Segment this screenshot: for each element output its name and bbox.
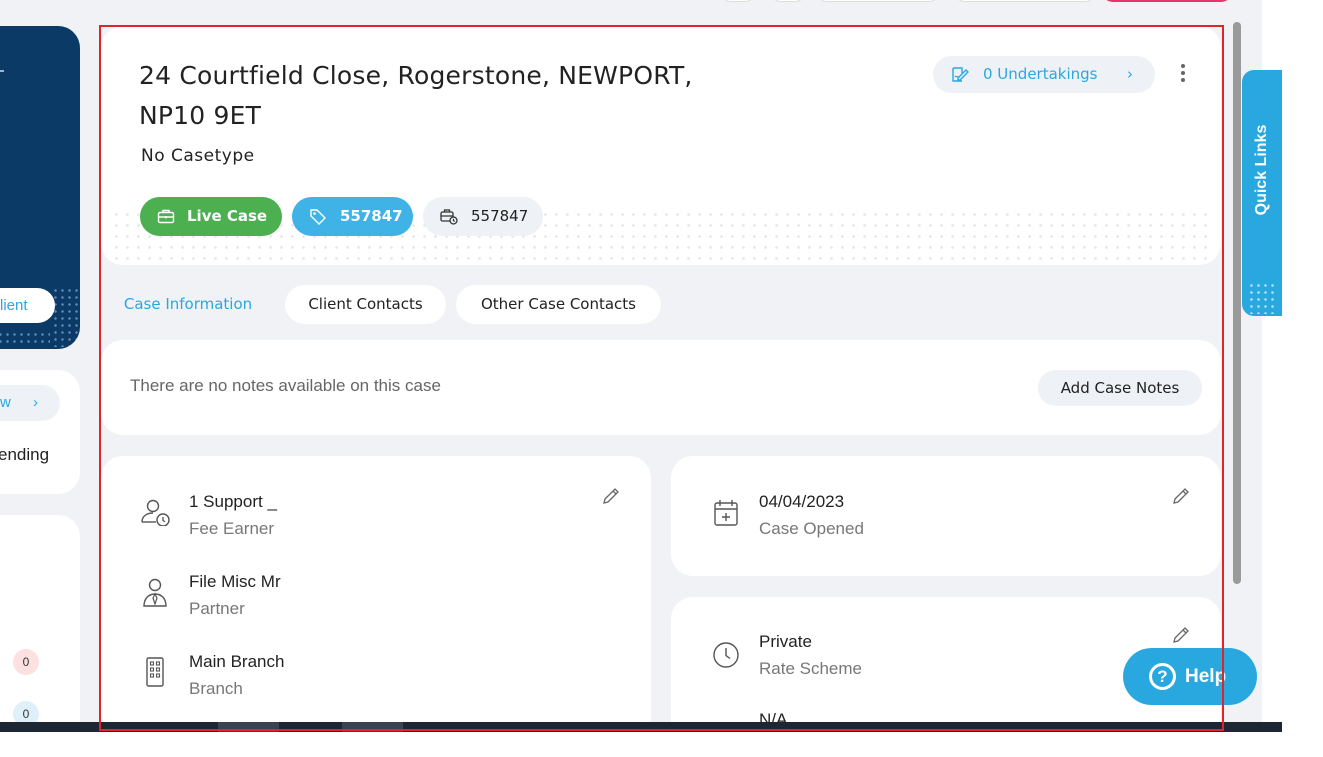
signature-icon (951, 66, 969, 83)
case-reference-number: 557847 (471, 207, 529, 225)
user-tie-icon (139, 574, 171, 607)
view-client-button[interactable]: lient (0, 288, 55, 323)
case-opened-value: 04/04/2023 (759, 492, 845, 511)
quick-links-label: Quick Links (1253, 124, 1270, 216)
case-tag-badge: 557847 (292, 197, 413, 236)
app-stage: lient w › ending 0 0 24 Courtfield Close… (0, 0, 1323, 757)
live-case-badge: Live Case (140, 197, 282, 236)
top-action-button-1[interactable] (816, 0, 940, 2)
chevron-right-icon: › (1127, 65, 1133, 83)
quick-links-tab[interactable]: Quick Links (1242, 70, 1282, 316)
pending-label: ending (0, 445, 50, 464)
rate-scheme-value: Private (759, 632, 812, 651)
edit-rate-scheme-pencil-icon[interactable] (1171, 625, 1191, 645)
view-button[interactable]: w › (0, 385, 60, 421)
case-people-card: 1 Support _ Fee Earner File Misc Mr Part… (101, 456, 651, 722)
branch-label: Branch (189, 679, 243, 698)
building-icon (139, 654, 171, 687)
app-background: lient w › ending 0 0 24 Courtfield Close… (0, 0, 1262, 722)
top-primary-button[interactable] (1102, 0, 1232, 2)
case-opened-label: Case Opened (759, 519, 864, 538)
count-badge-red: 0 (13, 649, 39, 675)
briefcase-icon (157, 208, 175, 225)
case-reference-badge: 557847 (423, 197, 543, 236)
partner-label: Partner (189, 599, 245, 618)
address-line-1: 24 Courtfield Close, Rogerstone, NEWPORT… (139, 61, 693, 90)
case-address: 24 Courtfield Close, Rogerstone, NEWPORT… (139, 56, 739, 136)
counts-card (0, 515, 80, 722)
address-line-2: NP10 9ET (139, 101, 262, 130)
branch-value: Main Branch (189, 652, 285, 671)
chevron-right-icon: › (33, 394, 38, 411)
help-button[interactable]: ? Help (1123, 648, 1257, 705)
scrollbar-thumb[interactable] (1233, 22, 1241, 584)
top-circle-button-2[interactable] (770, 0, 806, 2)
tab-case-information[interactable]: Case Information (101, 285, 275, 324)
undertakings-label: 0 Undertakings (983, 65, 1098, 83)
briefcase-clock-icon (440, 208, 458, 225)
count-badge-blue: 0 (13, 701, 39, 722)
rate-scheme-label: Rate Scheme (759, 659, 862, 678)
decorative-dots (1248, 282, 1278, 314)
bottom-taskbar (0, 722, 1282, 732)
no-notes-message: There are no notes available on this cas… (130, 376, 441, 395)
case-notes-card: There are no notes available on this cas… (101, 340, 1221, 435)
user-clock-icon (139, 494, 171, 526)
casetype-label: No Casetype (141, 146, 255, 166)
clock-icon (709, 634, 741, 668)
more-options-icon[interactable] (1176, 64, 1190, 86)
tab-client-contacts[interactable]: Client Contacts (285, 285, 446, 324)
calendar-plus-icon (709, 494, 741, 526)
fee-earner-value: 1 Support _ (189, 492, 277, 511)
partner-value: File Misc Mr (189, 572, 281, 591)
view-client-label: lient (0, 297, 28, 314)
taskbar-segment (218, 722, 279, 732)
decorative-dots (52, 287, 78, 347)
undertakings-button[interactable]: 0 Undertakings › (933, 56, 1155, 93)
case-tag-number: 557847 (340, 207, 403, 225)
fee-earner-label: Fee Earner (189, 519, 275, 538)
live-case-label: Live Case (187, 207, 268, 225)
edit-case-opened-pencil-icon[interactable] (1171, 486, 1191, 506)
case-header-card: 24 Courtfield Close, Rogerstone, NEWPORT… (101, 26, 1221, 265)
decorative-dots (0, 331, 50, 347)
case-opened-card: 04/04/2023 Case Opened (671, 456, 1221, 576)
view-button-label: w (0, 394, 11, 411)
decorative-mark (0, 70, 4, 72)
extra-detail-value: N/A (759, 710, 788, 722)
top-circle-button-1[interactable] (720, 0, 756, 2)
edit-fee-earner-pencil-icon[interactable] (601, 486, 621, 506)
tag-icon (309, 208, 327, 225)
question-icon: ? (1149, 663, 1176, 690)
tab-other-case-contacts[interactable]: Other Case Contacts (456, 285, 661, 324)
taskbar-segment (342, 722, 403, 732)
top-action-button-2[interactable] (954, 0, 1096, 2)
add-case-notes-button[interactable]: Add Case Notes (1038, 370, 1202, 406)
help-label: Help (1185, 666, 1227, 687)
